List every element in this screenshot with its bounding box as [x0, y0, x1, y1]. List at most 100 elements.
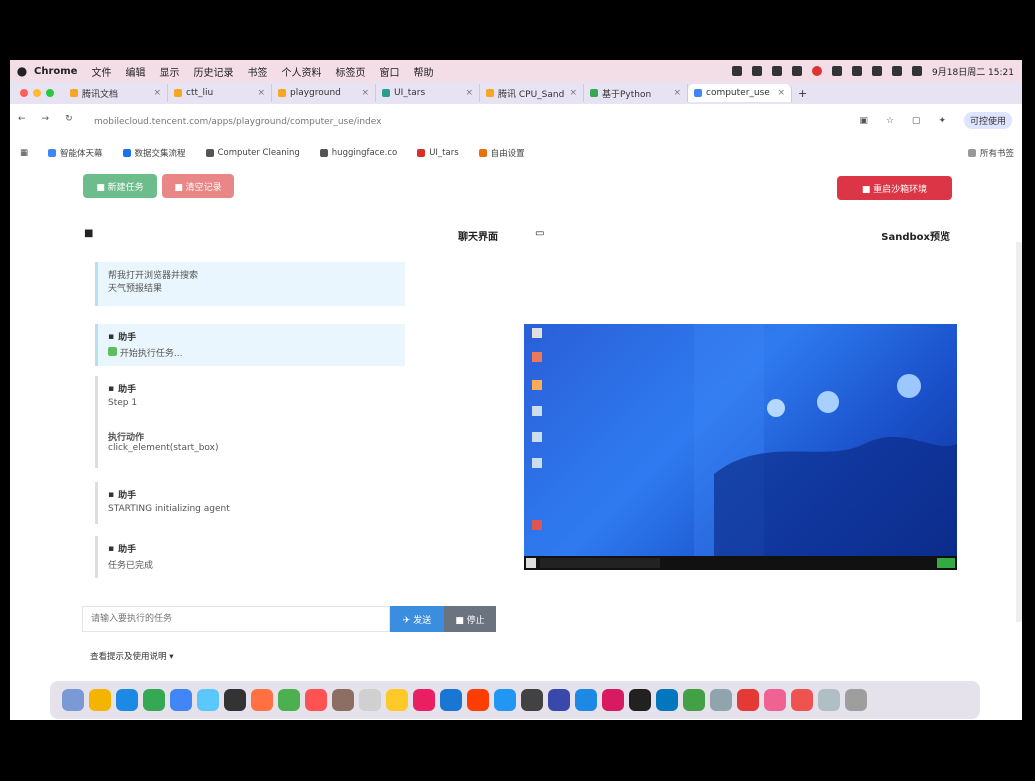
menu-profiles[interactable]: 个人资料 — [281, 64, 321, 79]
menu-bar: ● Chrome 文件 编辑 显示 历史记录 书签 个人资料 标签页 窗口 帮助… — [10, 60, 1022, 82]
close-window-icon[interactable] — [20, 89, 28, 97]
dock-app-icon[interactable] — [224, 689, 246, 711]
dock-app-icon[interactable] — [170, 689, 192, 711]
dock-app-icon[interactable] — [386, 689, 408, 711]
restart-sandbox-button[interactable]: ■ 重启沙箱环境 — [837, 176, 952, 200]
menu-view[interactable]: 显示 — [159, 64, 179, 79]
dock-app-icon[interactable] — [278, 689, 300, 711]
dock-app-icon[interactable] — [683, 689, 705, 711]
send-button[interactable]: ✈ 发送 — [390, 606, 444, 632]
menu-help[interactable]: 帮助 — [413, 64, 433, 79]
dock-app-icon[interactable] — [440, 689, 462, 711]
close-tab-icon[interactable]: × — [361, 88, 369, 98]
clear-history-button[interactable]: ■ 清空记录 — [162, 174, 234, 198]
menu-app-name[interactable]: Chrome — [34, 66, 77, 77]
battery-icon[interactable] — [872, 66, 883, 76]
status-icon[interactable] — [732, 66, 743, 76]
sandbox-screen[interactable] — [524, 324, 957, 570]
close-tab-icon[interactable]: × — [673, 88, 681, 98]
browser-tab[interactable]: ctt_liu × — [168, 84, 272, 102]
bookmark[interactable]: Computer Cleaning — [205, 148, 300, 158]
dock-app-icon[interactable] — [548, 689, 570, 711]
dock-app-icon[interactable] — [602, 689, 624, 711]
bookmark[interactable]: 智能体天幕 — [48, 147, 103, 159]
status-icon[interactable] — [772, 66, 783, 76]
reload-icon[interactable]: ↻ — [65, 114, 73, 124]
dock-app-icon[interactable] — [467, 689, 489, 711]
taskbar-search[interactable] — [540, 558, 660, 568]
bookmark[interactable]: 数据交集流程 — [122, 147, 186, 159]
sidebar-icon[interactable]: ▢ — [912, 116, 921, 126]
close-tab-icon[interactable]: × — [465, 88, 473, 98]
browser-tab[interactable]: UI_tars × — [376, 84, 480, 102]
control-center-icon[interactable] — [912, 66, 923, 76]
browser-tab-active[interactable]: computer_use × — [688, 84, 792, 102]
menu-bookmarks[interactable]: 书签 — [247, 64, 267, 79]
dock-app-icon[interactable] — [89, 689, 111, 711]
moon-icon[interactable] — [832, 66, 843, 76]
close-tab-icon[interactable]: × — [777, 88, 785, 98]
task-input[interactable] — [82, 606, 390, 632]
install-icon[interactable]: ▣ — [859, 116, 868, 126]
profile-button[interactable]: 可控使用 — [963, 112, 1012, 129]
dock-app-icon[interactable] — [521, 689, 543, 711]
all-bookmarks[interactable]: 所有书签 — [967, 147, 1014, 159]
back-icon[interactable]: ← — [18, 114, 26, 124]
browser-tab[interactable]: 腾讯文档 × — [64, 84, 168, 102]
minimize-window-icon[interactable] — [33, 89, 41, 97]
dock-app-icon[interactable] — [359, 689, 381, 711]
bookmark[interactable]: huggingface.co — [319, 148, 397, 158]
dock-app-icon[interactable] — [575, 689, 597, 711]
page-scrollbar[interactable] — [1016, 242, 1022, 622]
extension-icon[interactable]: ✦ — [938, 116, 946, 126]
bookmark[interactable]: 自由设置 — [478, 147, 525, 159]
menu-edit[interactable]: 编辑 — [125, 64, 145, 79]
url-field[interactable]: mobilecloud.tencent.com/apps/playground/… — [94, 114, 834, 130]
star-icon[interactable]: ☆ — [886, 116, 894, 126]
browser-tab[interactable]: playground × — [272, 84, 376, 102]
dock-app-icon[interactable] — [332, 689, 354, 711]
new-task-button[interactable]: ■ 新建任务 — [83, 174, 157, 198]
dock-app-icon[interactable] — [62, 689, 84, 711]
browser-tab[interactable]: 基于Python × — [584, 84, 688, 102]
dock-app-icon[interactable] — [494, 689, 516, 711]
dock-app-icon[interactable] — [818, 689, 840, 711]
status-icon[interactable] — [752, 66, 763, 76]
close-tab-icon[interactable]: × — [569, 88, 577, 98]
menu-history[interactable]: 历史记录 — [193, 64, 233, 79]
dock-app-icon[interactable] — [305, 689, 327, 711]
dock-app-icon[interactable] — [629, 689, 651, 711]
browser-tab[interactable]: 腾讯 CPU_Sand × — [480, 84, 584, 102]
dock-app-icon[interactable] — [845, 689, 867, 711]
close-tab-icon[interactable]: × — [153, 88, 161, 98]
zoom-window-icon[interactable] — [46, 89, 54, 97]
dock-app-icon[interactable] — [143, 689, 165, 711]
dock-app-icon[interactable] — [251, 689, 273, 711]
usage-tips-toggle[interactable]: 查看提示及使用说明 ▾ — [90, 650, 173, 662]
apple-icon[interactable]: ● — [10, 64, 34, 78]
dock-app-icon[interactable] — [116, 689, 138, 711]
dock-app-icon[interactable] — [710, 689, 732, 711]
dock-app-icon[interactable] — [791, 689, 813, 711]
new-tab-icon[interactable]: + — [798, 87, 807, 100]
bookmark[interactable]: UI_tars — [417, 148, 459, 158]
forward-icon[interactable]: → — [42, 114, 50, 124]
status-icon[interactable] — [792, 66, 803, 76]
tray-icon[interactable] — [937, 558, 955, 568]
wifi-icon[interactable] — [892, 66, 903, 76]
record-icon[interactable] — [812, 66, 823, 76]
dock-app-icon[interactable] — [413, 689, 435, 711]
dock-app-icon[interactable] — [764, 689, 786, 711]
windows-start-icon[interactable] — [526, 558, 536, 568]
dock-app-icon[interactable] — [656, 689, 678, 711]
apps-grid-icon[interactable]: ▦ — [20, 148, 28, 158]
close-tab-icon[interactable]: × — [257, 88, 265, 98]
volume-icon[interactable] — [852, 66, 863, 76]
dock-app-icon[interactable] — [737, 689, 759, 711]
stop-button[interactable]: ■ 停止 — [444, 606, 496, 632]
menu-window[interactable]: 窗口 — [379, 64, 399, 79]
dock-app-icon[interactable] — [197, 689, 219, 711]
menu-file[interactable]: 文件 — [91, 64, 111, 79]
menu-tabs[interactable]: 标签页 — [335, 64, 365, 79]
menu-clock[interactable]: 9月18日周二 15:21 — [932, 65, 1014, 78]
